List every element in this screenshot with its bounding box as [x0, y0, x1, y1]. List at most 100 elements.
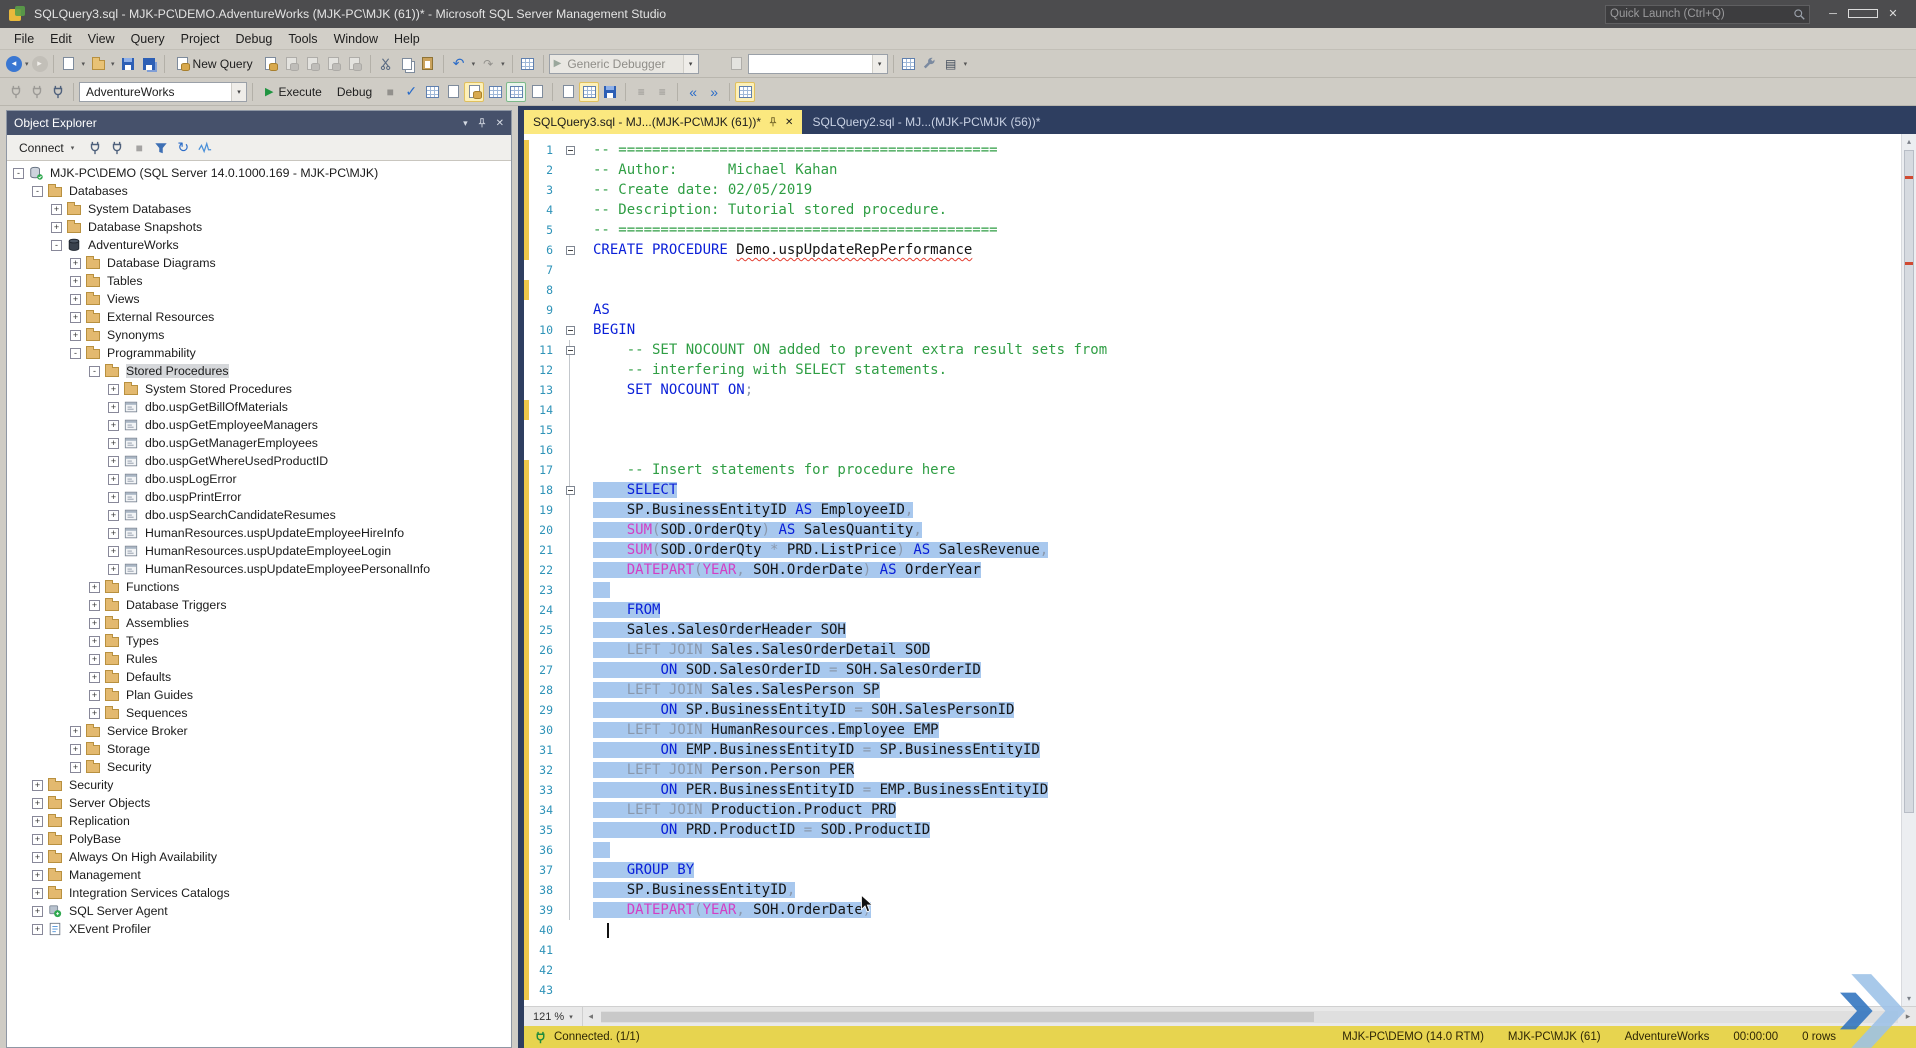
collapse-region-icon[interactable] [566, 346, 575, 355]
tree-item[interactable]: +Database Diagrams [7, 254, 511, 272]
collapse-region-icon[interactable] [566, 326, 575, 335]
stop-icon[interactable]: ■ [380, 82, 400, 102]
scroll-right-icon[interactable]: ▸ [1900, 1011, 1916, 1022]
expand-icon[interactable]: + [89, 636, 100, 647]
decrease-indent-icon[interactable]: « [683, 82, 703, 102]
close-button[interactable]: ✕ [1878, 1, 1908, 28]
expand-icon[interactable]: + [89, 654, 100, 665]
dropdown-caret-icon[interactable]: ▾ [962, 60, 970, 68]
activity-icon[interactable] [195, 138, 215, 158]
toolbox-icon[interactable]: ▤ [941, 54, 961, 74]
query-options-icon[interactable] [443, 82, 463, 102]
tree-item[interactable]: -Databases [7, 182, 511, 200]
scroll-down-icon[interactable]: ▾ [1902, 991, 1916, 1006]
dropdown-caret-icon[interactable]: ▾ [109, 60, 117, 68]
tree-item[interactable]: +Integration Services Catalogs [7, 884, 511, 902]
tree-item[interactable]: -Stored Procedures [7, 362, 511, 380]
collapse-region-icon[interactable] [566, 146, 575, 155]
expand-icon[interactable]: + [51, 204, 62, 215]
expand-icon[interactable]: + [70, 276, 81, 287]
tree-item[interactable]: +Security [7, 776, 511, 794]
query-designer-icon[interactable] [527, 82, 547, 102]
expand-icon[interactable]: + [32, 906, 43, 917]
tree-item[interactable]: +Replication [7, 812, 511, 830]
menu-item-edit[interactable]: Edit [42, 30, 80, 48]
expand-icon[interactable]: + [70, 330, 81, 341]
expand-icon[interactable]: + [108, 402, 119, 413]
save-icon[interactable] [118, 54, 138, 74]
database-engine-query-icon[interactable] [261, 54, 281, 74]
new-query-button[interactable]: New Query [170, 55, 260, 73]
new-file-icon[interactable] [59, 54, 79, 74]
analysis-dmx-query-icon[interactable] [303, 54, 323, 74]
tree-item[interactable]: -AdventureWorks [7, 236, 511, 254]
undo-icon[interactable]: ↶ [449, 54, 469, 74]
editor-tab[interactable]: SQLQuery3.sql - MJ...(MJK-PC\MJK (61))*✕ [524, 110, 802, 134]
intellisense-enabled-icon[interactable] [464, 82, 484, 102]
redo-icon[interactable]: ↷ [478, 54, 498, 74]
pin-tab-icon[interactable] [768, 117, 778, 127]
tree-item[interactable]: -MJK-PC\DEMO (SQL Server 14.0.1000.169 -… [7, 164, 511, 182]
change-connection-icon[interactable] [48, 82, 68, 102]
collapse-icon[interactable]: - [70, 348, 81, 359]
include-client-statistics-icon[interactable] [485, 82, 505, 102]
dropdown-caret-icon[interactable]: ▾ [23, 60, 31, 68]
dropdown-caret-icon[interactable]: ▾ [470, 60, 478, 68]
expand-icon[interactable]: + [108, 510, 119, 521]
tree-item[interactable]: +System Databases [7, 200, 511, 218]
tree-item[interactable]: +Management [7, 866, 511, 884]
tree-item[interactable]: +Service Broker [7, 722, 511, 740]
debug-target-combo[interactable]: ▶Generic Debugger▾ [549, 54, 699, 74]
expand-icon[interactable]: + [32, 816, 43, 827]
tree-item[interactable]: +dbo.uspGetWhereUsedProductID [7, 452, 511, 470]
expand-icon[interactable]: + [70, 294, 81, 305]
refresh-icon[interactable]: ↻ [173, 138, 193, 158]
dropdown-caret-icon[interactable]: ▾ [80, 60, 88, 68]
results-to-file-icon[interactable] [600, 82, 620, 102]
scroll-left-icon[interactable]: ◂ [583, 1011, 599, 1022]
tree-item[interactable]: +Tables [7, 272, 511, 290]
sqlcmd-mode-icon[interactable] [735, 82, 755, 102]
tree-item[interactable]: +Database Triggers [7, 596, 511, 614]
expand-icon[interactable]: + [108, 420, 119, 431]
expand-icon[interactable]: + [108, 564, 119, 575]
tree-item[interactable]: +Server Objects [7, 794, 511, 812]
connect-new-plug-icon[interactable] [107, 138, 127, 158]
activity-monitor-icon[interactable] [518, 54, 538, 74]
menu-item-debug[interactable]: Debug [228, 30, 281, 48]
vertical-scrollbar[interactable]: ▴ ▾ [1901, 134, 1916, 1006]
expand-icon[interactable]: + [108, 492, 119, 503]
tree-item[interactable]: +Always On High Availability [7, 848, 511, 866]
window-position-icon[interactable]: ▾ [463, 118, 468, 129]
collapse-region-icon[interactable] [566, 486, 575, 495]
copy-icon[interactable] [397, 54, 417, 74]
tree-item[interactable]: +Storage [7, 740, 511, 758]
dropdown-caret-icon[interactable]: ▾ [499, 60, 507, 68]
cut-icon[interactable] [376, 54, 396, 74]
tree-item[interactable]: +System Stored Procedures [7, 380, 511, 398]
editor-tab[interactable]: SQLQuery2.sql - MJ...(MJK-PC\MJK (56))* [803, 110, 1049, 134]
expand-icon[interactable]: + [89, 582, 100, 593]
save-all-icon[interactable] [139, 54, 159, 74]
tree-item[interactable]: +XEvent Profiler [7, 920, 511, 938]
restore-button[interactable] [1848, 1, 1878, 28]
menu-item-query[interactable]: Query [123, 30, 173, 48]
expand-icon[interactable]: + [108, 474, 119, 485]
paste-icon[interactable] [418, 54, 438, 74]
expand-icon[interactable]: + [70, 726, 81, 737]
expand-icon[interactable]: + [51, 222, 62, 233]
disconnect-db-icon[interactable] [27, 82, 47, 102]
tree-item[interactable]: +External Resources [7, 308, 511, 326]
expand-icon[interactable]: + [89, 618, 100, 629]
collapse-region-icon[interactable] [566, 246, 575, 255]
tree-item[interactable]: +Synonyms [7, 326, 511, 344]
expand-icon[interactable]: + [32, 780, 43, 791]
open-file-icon[interactable] [88, 54, 108, 74]
zoom-control[interactable]: 121 % ▾ [524, 1007, 583, 1026]
tree-item[interactable]: +Rules [7, 650, 511, 668]
tree-item[interactable]: +Database Snapshots [7, 218, 511, 236]
nav-forward-icon[interactable]: ▸ [32, 56, 48, 72]
tree-item[interactable]: +Types [7, 632, 511, 650]
expand-icon[interactable]: + [70, 258, 81, 269]
menu-item-tools[interactable]: Tools [280, 30, 325, 48]
